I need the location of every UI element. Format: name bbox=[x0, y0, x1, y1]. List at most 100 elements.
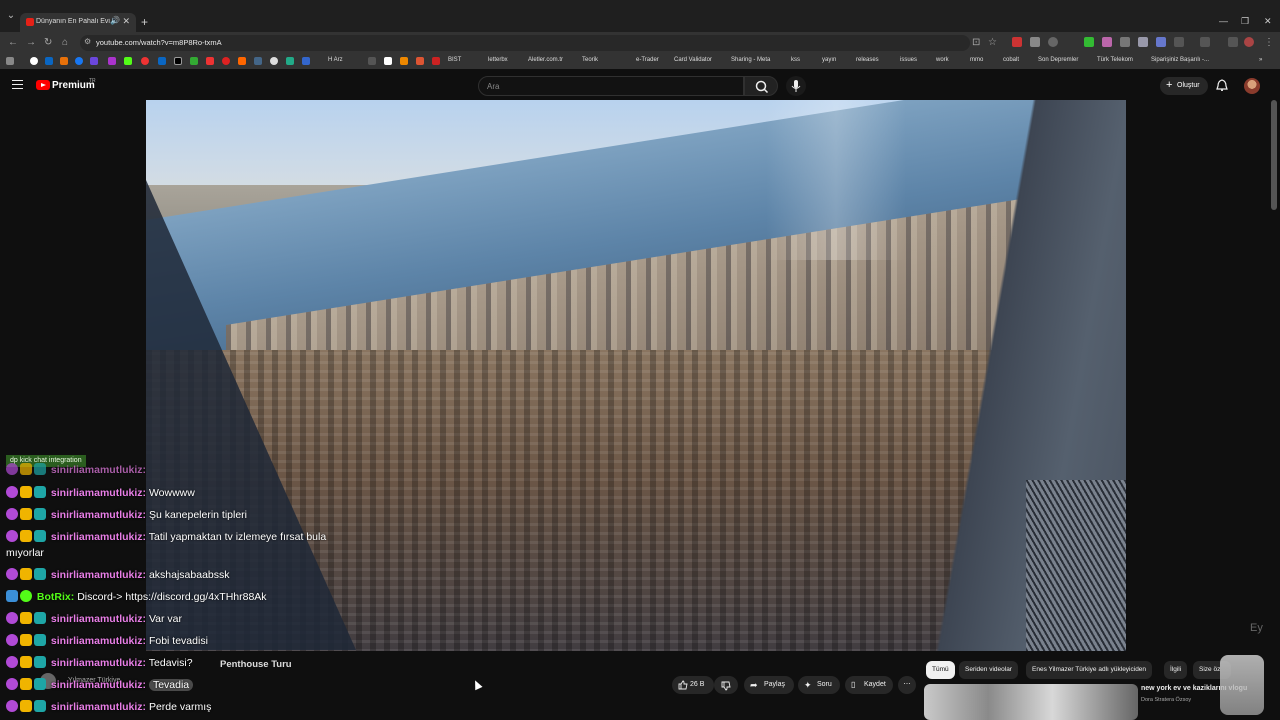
bookmark-icon[interactable] bbox=[190, 57, 198, 65]
browser-tab-active[interactable]: Dünyanın En Pahalı Evi / N... 🔊 ✕ bbox=[20, 13, 136, 32]
bookmark-icon[interactable] bbox=[108, 57, 116, 65]
extension-icon[interactable] bbox=[1102, 37, 1112, 47]
bookmark-link[interactable]: H Arz bbox=[328, 57, 343, 63]
chip-related[interactable]: İlgili bbox=[1164, 661, 1188, 679]
bookmark-icon[interactable] bbox=[254, 57, 262, 65]
bookmark-star-icon[interactable]: ☆ bbox=[988, 37, 997, 48]
bookmark-link[interactable]: Siparişiniz Başarılı -... bbox=[1151, 57, 1209, 63]
bookmark-folder[interactable]: mmo bbox=[970, 57, 983, 63]
bookmark-link[interactable]: e-Trader bbox=[636, 57, 659, 63]
kick-icon[interactable] bbox=[124, 57, 132, 65]
related-video-channel[interactable]: Dora Stratera Özsoy bbox=[1141, 697, 1191, 703]
install-icon[interactable]: ⊡ bbox=[972, 37, 980, 48]
bookmark-icon[interactable] bbox=[238, 57, 246, 65]
bookmark-link[interactable]: Teorik bbox=[582, 57, 598, 63]
user-avatar[interactable] bbox=[1244, 78, 1260, 94]
guide-menu-icon[interactable] bbox=[12, 80, 23, 89]
ask-button[interactable]: ✦ Soru bbox=[798, 676, 840, 694]
audio-icon[interactable]: 🔊 bbox=[110, 16, 120, 25]
linkedin-icon[interactable] bbox=[45, 57, 53, 65]
bookmark-link[interactable]: Sharing - Meta bbox=[731, 57, 770, 63]
search-input[interactable]: Ara bbox=[478, 76, 744, 96]
notifications-bell-icon[interactable] bbox=[1216, 79, 1228, 91]
bookmark-icon[interactable] bbox=[400, 57, 408, 65]
extension-icon[interactable] bbox=[1048, 37, 1058, 47]
bookmark-folder[interactable]: yayın bbox=[822, 57, 836, 63]
bookmark-icon[interactable] bbox=[286, 57, 294, 65]
bookmark-icon[interactable] bbox=[302, 57, 310, 65]
bookmark-icon[interactable] bbox=[206, 57, 214, 65]
bookmark-link[interactable]: Aletler.com.tr bbox=[528, 57, 563, 63]
tab-search-icon[interactable]: ⌄ bbox=[4, 9, 18, 23]
like-button[interactable]: 26 B bbox=[672, 676, 714, 694]
share-button[interactable]: ➦ Paylaş bbox=[744, 676, 794, 694]
youtube-logo-icon[interactable] bbox=[36, 80, 50, 90]
url-field[interactable]: ⚙ youtube.com/watch?v=m8P8Ro-txmA bbox=[80, 35, 970, 51]
bookmark-icon[interactable] bbox=[90, 57, 98, 65]
tab-close-icon[interactable]: ✕ bbox=[122, 16, 130, 27]
bookmark-icon[interactable] bbox=[368, 57, 376, 65]
voice-search-button[interactable] bbox=[786, 76, 806, 96]
chip-series[interactable]: Seriden videolar bbox=[959, 661, 1018, 679]
extension-icon[interactable] bbox=[1156, 37, 1166, 47]
bookmark-icon[interactable] bbox=[141, 57, 149, 65]
apps-icon[interactable] bbox=[6, 57, 14, 65]
save-button[interactable]: ▯ Kaydet bbox=[845, 676, 893, 694]
bookmark-link[interactable]: letterbx bbox=[488, 57, 508, 63]
chip-all[interactable]: Tümü bbox=[926, 661, 955, 679]
bookmark-link[interactable]: BIST bbox=[448, 57, 461, 63]
search-button[interactable] bbox=[744, 76, 778, 96]
more-actions-icon[interactable]: ⋯ bbox=[898, 676, 916, 694]
bookmark-icon[interactable] bbox=[432, 57, 440, 65]
more-bookmarks-icon[interactable]: » bbox=[1259, 57, 1262, 63]
miniplayer-thumbnail[interactable] bbox=[1220, 655, 1264, 715]
bookmark-link[interactable]: Card Validator bbox=[674, 57, 712, 63]
extensions-puzzle-icon[interactable] bbox=[1174, 37, 1184, 47]
bookmark-link[interactable]: Son Depremler bbox=[1038, 57, 1078, 63]
x-icon[interactable] bbox=[174, 57, 182, 65]
profile-icon[interactable] bbox=[1228, 37, 1238, 47]
create-button[interactable]: + Oluştur bbox=[1160, 77, 1208, 95]
github-icon[interactable] bbox=[30, 57, 38, 65]
page-scrollbar[interactable] bbox=[1271, 100, 1277, 210]
reload-icon[interactable]: ↻ bbox=[44, 37, 52, 48]
sidebar-icon[interactable] bbox=[1200, 37, 1210, 47]
minimize-icon[interactable]: — bbox=[1219, 16, 1228, 26]
related-video-thumbnail[interactable] bbox=[924, 684, 1138, 720]
extension-icon[interactable] bbox=[1120, 37, 1130, 47]
extension-icon[interactable] bbox=[1030, 37, 1040, 47]
site-info-icon[interactable]: ⚙ bbox=[84, 37, 91, 46]
new-tab-icon[interactable]: + bbox=[141, 15, 148, 29]
bookmark-link[interactable]: Türk Telekom bbox=[1097, 57, 1133, 63]
extension-icon[interactable] bbox=[1138, 37, 1148, 47]
bookmark-icon[interactable] bbox=[75, 57, 83, 65]
bookmark-icon[interactable] bbox=[60, 57, 68, 65]
extension-icon[interactable] bbox=[1084, 37, 1094, 47]
chat-message: sinirliamamutlukiz: Tevadia bbox=[6, 678, 194, 691]
back-icon[interactable]: ← bbox=[8, 37, 18, 48]
bookmark-icon[interactable] bbox=[416, 57, 424, 65]
sub-badge-icon bbox=[34, 612, 46, 624]
forward-icon[interactable]: → bbox=[26, 37, 36, 48]
plus-icon: + bbox=[1166, 79, 1173, 91]
bookmark-icon[interactable] bbox=[384, 57, 392, 65]
bookmark-folder[interactable]: releases bbox=[856, 57, 879, 63]
linkedin-icon[interactable] bbox=[158, 57, 166, 65]
bookmark-icon[interactable] bbox=[270, 57, 278, 65]
maximize-icon[interactable]: ❐ bbox=[1241, 16, 1249, 27]
channel-watermark-icon[interactable]: Ey bbox=[1250, 622, 1263, 634]
bookmark-link[interactable]: cobalt bbox=[1003, 57, 1019, 63]
chat-message: sinirliamamutlukiz: Tedavisi? bbox=[6, 656, 193, 669]
account-icon[interactable] bbox=[1244, 37, 1254, 47]
window-close-icon[interactable]: ✕ bbox=[1264, 16, 1272, 27]
extension-icon[interactable] bbox=[1012, 37, 1022, 47]
bookmark-folder[interactable]: work bbox=[936, 57, 949, 63]
chip-uploader[interactable]: Enes Yilmazer Türkiye adlı yükleyiciden bbox=[1026, 661, 1153, 679]
bookmark-icon[interactable] bbox=[222, 57, 230, 65]
sub-badge-icon bbox=[34, 508, 46, 520]
home-icon[interactable]: ⌂ bbox=[62, 37, 68, 48]
more-menu-icon[interactable]: ⋮ bbox=[1264, 37, 1274, 48]
bookmark-folder[interactable]: issues bbox=[900, 57, 917, 63]
dislike-button[interactable] bbox=[714, 676, 738, 694]
bookmark-folder[interactable]: kss bbox=[791, 57, 800, 63]
